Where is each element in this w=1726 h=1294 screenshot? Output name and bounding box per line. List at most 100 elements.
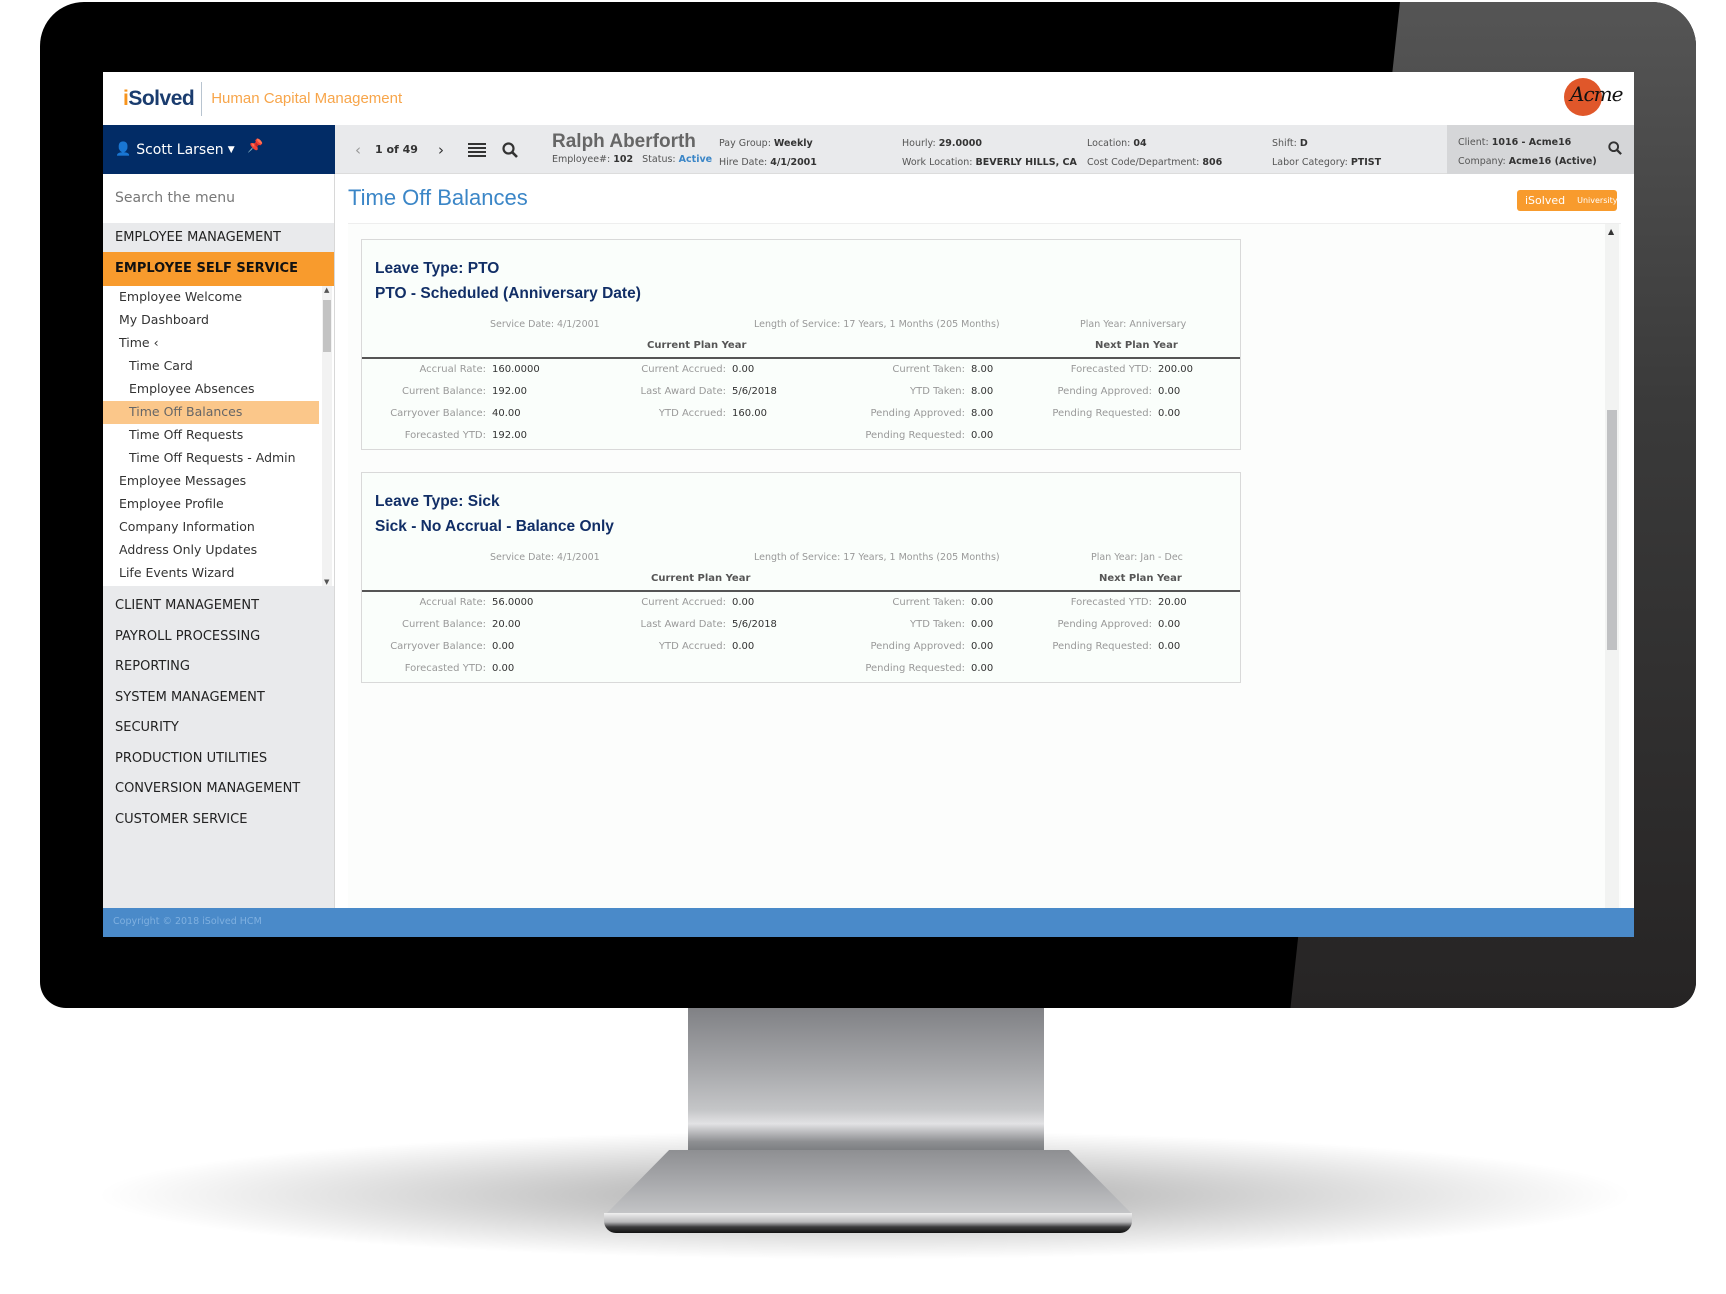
field-label: Pending Requested:	[1052, 408, 1152, 419]
sidebar-section-production-utilities[interactable]: PRODUCTION UTILITIES	[103, 743, 334, 774]
sidebar-item-time[interactable]: Time ‹	[103, 332, 334, 355]
balance-field-current-balance: Current Balance: 20.00	[346, 619, 521, 630]
field-value: 200.00	[1158, 364, 1193, 375]
isolved-university-button[interactable]: iSolved University	[1517, 190, 1617, 211]
scroll-up-arrow[interactable]: ▲	[324, 286, 329, 294]
sidebar-item-employee-profile[interactable]: Employee Profile	[103, 493, 334, 516]
field-value: 8.00	[971, 408, 994, 419]
pager-count: 1 of 49	[375, 143, 418, 156]
labor-category-value: PTIST	[1350, 157, 1382, 168]
copyright-text: Copyright © 2018 iSolved HCM	[113, 916, 262, 927]
menu-search-input[interactable]: Search the menu	[103, 174, 334, 223]
scroll-up-arrow[interactable]: ▲	[1608, 227, 1614, 236]
submenu-scrollbar[interactable]: ▲ ▼	[322, 286, 332, 586]
leave-type-heading: Leave Type: Sick Sick - No Accrual - Bala…	[375, 489, 614, 539]
sidebar-item-employee-messages[interactable]: Employee Messages	[103, 470, 334, 493]
sidebar-item-company-information[interactable]: Company Information	[103, 516, 334, 539]
field-value: 0.00	[971, 663, 994, 674]
field-label: YTD Accrued:	[658, 641, 726, 652]
sidebar-item-employee-welcome[interactable]: Employee Welcome	[103, 286, 334, 309]
sidebar-item-time-off-balances[interactable]: Time Off Balances	[103, 401, 319, 424]
balance-field-last-award-date: Last Award Date: 5/6/2018	[586, 619, 777, 630]
field-value: 0.00	[971, 597, 994, 608]
client-logo: Acme	[1564, 78, 1623, 118]
user-menu[interactable]: 👤 Scott Larsen ▼ 📌	[103, 125, 335, 174]
top-header: iSolved Human Capital Management Acme	[103, 72, 1634, 125]
balance-field-pending-requested: Pending Requested: 0.00	[1012, 641, 1180, 652]
balance-field-ytd-accrued: YTD Accrued: 160.00	[586, 408, 767, 419]
length-of-service: Length of Service: 17 Years, 1 Months (2…	[754, 319, 1000, 330]
field-label: YTD Taken:	[910, 386, 965, 397]
main-scrollbar[interactable]: ▲	[1605, 224, 1619, 909]
field-label: YTD Accrued:	[658, 408, 726, 419]
monitor-stand-base	[604, 1213, 1132, 1233]
leave-type-name: Leave Type: PTO	[375, 260, 500, 277]
previous-employee-button[interactable]: ‹	[351, 141, 365, 159]
sidebar-section-system-management[interactable]: SYSTEM MANAGEMENT	[103, 682, 334, 713]
client-search-icon[interactable]	[1608, 141, 1622, 155]
employee-pager: ‹ 1 of 49 ›	[351, 125, 518, 174]
balance-field-current-taken: Current Taken: 0.00	[825, 597, 993, 608]
sidebar-section-conversion-management[interactable]: CONVERSION MANAGEMENT	[103, 773, 334, 804]
leave-type-heading: Leave Type: PTO PTO - Scheduled (Annivers…	[375, 256, 641, 306]
info-column-shift: Shift: D Labor Category: PTIST	[1272, 134, 1381, 172]
sidebar-section-employee-self-service[interactable]: EMPLOYEE SELF SERVICE	[103, 252, 334, 286]
list-icon[interactable]	[467, 142, 486, 157]
sidebar-item-life-events-wizard[interactable]: Life Events Wizard	[103, 562, 334, 585]
field-value: 192.00	[492, 386, 527, 397]
page-title: Time Off Balances	[348, 185, 528, 210]
pin-icon[interactable]: 📌	[247, 139, 263, 154]
field-value: 192.00	[492, 430, 527, 441]
field-value: 160.00	[732, 408, 767, 419]
sidebar-section-security[interactable]: SECURITY	[103, 712, 334, 743]
field-value: 20.00	[1158, 597, 1187, 608]
sidebar-item-address-only-updates[interactable]: Address Only Updates	[103, 539, 334, 562]
location-label: Location:	[1087, 138, 1131, 149]
field-value: 40.00	[492, 408, 521, 419]
sidebar-section-reporting[interactable]: REPORTING	[103, 651, 334, 682]
app-title: Human Capital Management	[211, 90, 403, 107]
labor-category-label: Labor Category:	[1272, 157, 1348, 168]
balance-field-pending-approved: Pending Approved: 0.00	[1012, 619, 1181, 630]
employee-summary: Ralph Aberforth Employee#: 102 Status: A…	[552, 131, 712, 165]
balance-field-pending-requested: Pending Requested: 0.00	[825, 663, 993, 674]
logo-divider	[201, 81, 203, 116]
balance-field-last-award-date: Last Award Date: 5/6/2018	[586, 386, 777, 397]
sidebar-section-client-management[interactable]: CLIENT MANAGEMENT	[103, 590, 334, 621]
leave-type-card: Leave Type: Sick Sick - No Accrual - Bala…	[361, 472, 1241, 683]
sidebar-section-customer-service[interactable]: CUSTOMER SERVICE	[103, 804, 334, 835]
sidebar-item-time-card[interactable]: Time Card	[103, 355, 334, 378]
field-label: Last Award Date:	[640, 386, 726, 397]
next-employee-button[interactable]: ›	[434, 141, 448, 159]
client-logo-text: Acme	[1570, 82, 1623, 106]
employee-number-label: Employee#:	[552, 154, 611, 165]
field-value: 0.00	[492, 663, 515, 674]
hourly-label: Hourly:	[902, 138, 936, 149]
field-value: 160.0000	[492, 364, 540, 375]
sidebar-item-employee-absences[interactable]: Employee Absences	[103, 378, 334, 401]
sidebar-section-payroll-processing[interactable]: PAYROLL PROCESSING	[103, 621, 334, 652]
current-plan-year-heading: Current Plan Year	[651, 573, 751, 584]
hire-date-label: Hire Date:	[719, 157, 768, 168]
work-location-label: Work Location:	[902, 157, 973, 168]
balance-field-forecasted-ytd: Forecasted YTD: 0.00	[346, 663, 515, 674]
sidebar-item-my-dashboard[interactable]: My Dashboard	[103, 309, 334, 332]
field-label: Pending Requested:	[865, 663, 965, 674]
search-icon[interactable]	[502, 141, 518, 158]
sidebar-section-employee-management[interactable]: EMPLOYEE MANAGEMENT	[103, 223, 334, 252]
balance-field-current-taken: Current Taken: 8.00	[825, 364, 993, 375]
sidebar-item-time-off-requests[interactable]: Time Off Requests	[103, 424, 334, 447]
current-plan-year-heading: Current Plan Year	[647, 340, 747, 351]
main-scroll-thumb[interactable]	[1607, 410, 1617, 650]
work-location-value: BEVERLY HILLS, CA	[975, 157, 1077, 168]
scroll-down-arrow[interactable]: ▼	[324, 578, 329, 586]
field-label: Pending Approved:	[870, 641, 966, 652]
isolved-logo[interactable]: iSolved	[123, 87, 195, 111]
submenu-scroll-thumb[interactable]	[323, 300, 331, 352]
field-value: 0.00	[732, 597, 755, 608]
shift-value: D	[1299, 138, 1308, 149]
company-value: Acme16 (Active)	[1508, 156, 1597, 167]
field-value: 0.00	[1158, 386, 1181, 397]
sidebar-item-time-off-requests-admin[interactable]: Time Off Requests - Admin	[103, 447, 334, 470]
employee-nav-bar: 👤 Scott Larsen ▼ 📌 ‹ 1 of 49 › Ralph Abe…	[103, 125, 1634, 174]
